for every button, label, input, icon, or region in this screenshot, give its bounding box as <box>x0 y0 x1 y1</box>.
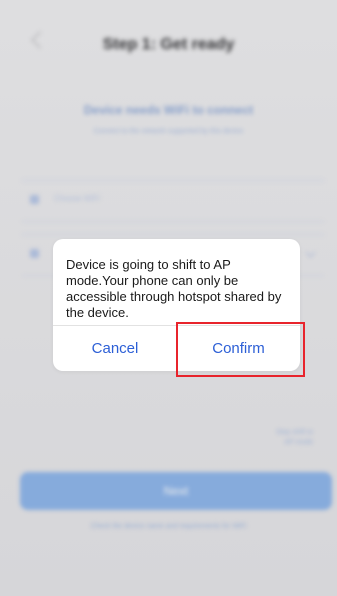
confirm-highlight-box <box>176 322 305 377</box>
screen: Step 1: Get ready Device needs WiFi to c… <box>0 0 337 596</box>
cancel-button[interactable]: Cancel <box>53 326 177 371</box>
dialog-message: Device is going to shift to AP mode.Your… <box>66 257 282 320</box>
